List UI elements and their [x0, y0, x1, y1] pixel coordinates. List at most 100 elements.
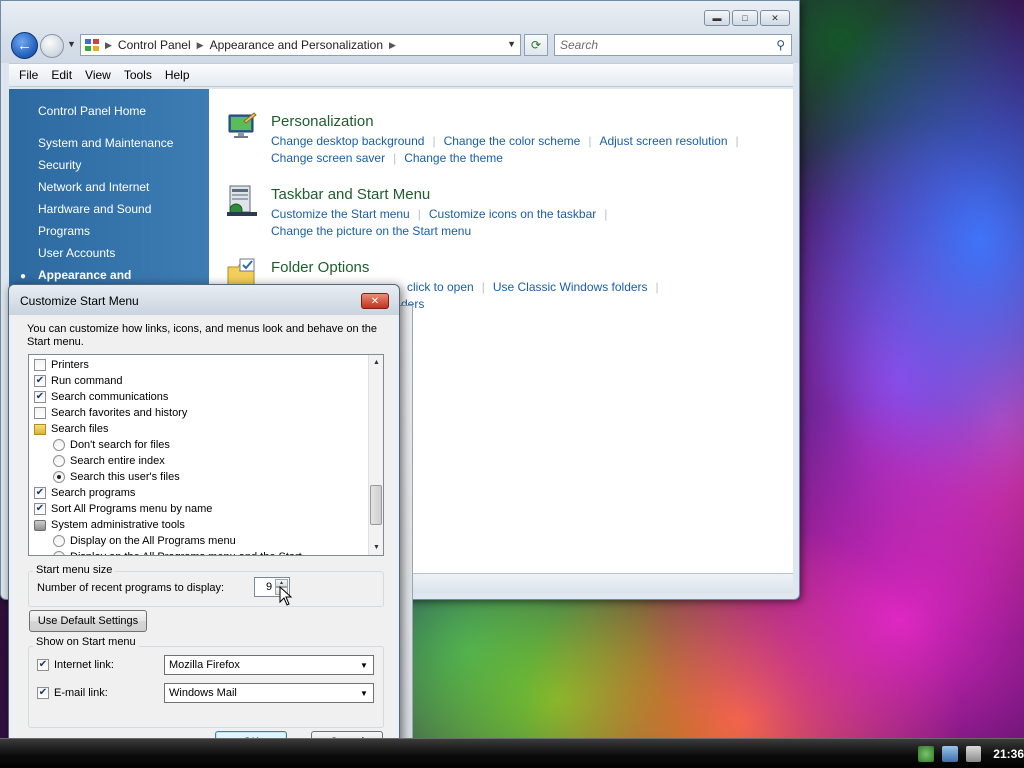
list-item[interactable]: ✔ Run command	[34, 373, 123, 389]
internet-link-checkbox[interactable]: ✔	[37, 659, 49, 671]
email-link-label[interactable]: E-mail link:	[54, 687, 108, 699]
dialog-titlebar[interactable]: Customize Start Menu ✕	[9, 285, 399, 315]
breadcrumb-separator-icon[interactable]: ▶	[105, 40, 112, 51]
option-label[interactable]: Search communications	[51, 391, 168, 403]
list-item[interactable]: ✔ Search communications	[34, 389, 168, 405]
breadcrumb-separator-icon[interactable]: ▶	[197, 40, 204, 51]
option-label[interactable]: Printers	[51, 359, 89, 371]
customize-start-menu-link[interactable]: Customize the Start menu	[271, 207, 410, 221]
change-screen-saver-link[interactable]: Change screen saver	[271, 151, 385, 165]
list-item[interactable]: ✔ Search programs	[34, 485, 135, 501]
option-label[interactable]: Display on the All Programs menu and the…	[70, 551, 302, 555]
search-icon[interactable]: ⚲	[776, 38, 785, 52]
option-label[interactable]: Run command	[51, 375, 123, 387]
sidebar-item-home[interactable]: Control Panel Home	[38, 104, 146, 118]
change-color-scheme-link[interactable]: Change the color scheme	[444, 134, 581, 148]
option-label[interactable]: System administrative tools	[51, 519, 185, 531]
volume-muted-icon[interactable]	[965, 746, 982, 762]
change-theme-link[interactable]: Change the theme	[404, 151, 503, 165]
scroll-down-icon[interactable]: ▼	[369, 540, 383, 555]
option-radio[interactable]	[53, 535, 65, 547]
clock[interactable]: 21:36	[993, 747, 1024, 761]
option-label[interactable]: Search this user's files	[70, 471, 180, 483]
use-default-settings-button[interactable]: Use Default Settings	[29, 610, 147, 632]
breadcrumb-appearance[interactable]: Appearance and Personalization	[210, 38, 383, 52]
address-dropdown-icon[interactable]: ▼	[507, 39, 516, 49]
option-checkbox[interactable]: ✔	[34, 503, 46, 515]
option-label[interactable]: Don't search for files	[70, 439, 170, 451]
change-desktop-background-link[interactable]: Change desktop background	[271, 134, 424, 148]
change-start-picture-link[interactable]: Change the picture on the Start menu	[271, 224, 471, 238]
scroll-up-icon[interactable]: ▲	[369, 355, 383, 370]
recent-pages-dropdown[interactable]: ▼	[67, 39, 76, 49]
folder-options-title[interactable]: Folder Options	[271, 259, 369, 276]
menu-view[interactable]: View	[85, 68, 111, 82]
menu-edit[interactable]: Edit	[51, 68, 72, 82]
scroll-thumb[interactable]	[370, 485, 382, 525]
security-center-icon[interactable]	[918, 746, 934, 762]
sidebar-item-user-accounts[interactable]: User Accounts	[38, 246, 115, 260]
maximize-button[interactable]: □	[732, 10, 758, 26]
list-item[interactable]: Printers	[34, 357, 89, 373]
forward-button[interactable]	[40, 34, 64, 58]
list-item[interactable]: Display on the All Programs menu and the…	[53, 549, 302, 555]
taskbar-start-menu-title[interactable]: Taskbar and Start Menu	[271, 186, 430, 203]
list-item[interactable]: Search entire index	[53, 453, 165, 469]
option-radio[interactable]	[53, 551, 65, 555]
email-link-checkbox[interactable]: ✔	[37, 687, 49, 699]
list-item[interactable]: System administrative tools	[34, 517, 185, 533]
menu-help[interactable]: Help	[165, 68, 190, 82]
option-label[interactable]: Search entire index	[70, 455, 165, 467]
address-bar[interactable]: ▶ Control Panel ▶ Appearance and Persona…	[80, 34, 521, 56]
dialog-close-button[interactable]: ✕	[361, 293, 389, 309]
option-label[interactable]: Search files	[51, 423, 108, 435]
list-item[interactable]: Search this user's files	[53, 469, 180, 485]
search-input[interactable]: Search ⚲	[554, 34, 792, 56]
email-link-select[interactable]: Windows Mail ▼	[164, 683, 374, 703]
list-item[interactable]: ✔ Sort All Programs menu by name	[34, 501, 212, 517]
customize-taskbar-icons-link[interactable]: Customize icons on the taskbar	[429, 207, 596, 221]
option-label[interactable]: Search favorites and history	[51, 407, 187, 419]
list-item[interactable]: Display on the All Programs menu	[53, 533, 236, 549]
options-list[interactable]: Display on the All Programs menu and the…	[28, 354, 384, 556]
option-checkbox[interactable]	[34, 359, 46, 371]
list-item[interactable]: Search files	[34, 421, 108, 437]
network-icon[interactable]	[941, 746, 958, 762]
list-item[interactable]: Don't search for files	[53, 437, 170, 453]
menu-file[interactable]: File	[19, 68, 38, 82]
internet-link-select[interactable]: Mozilla Firefox ▼	[164, 655, 374, 675]
sidebar-item-appearance[interactable]: Appearance and	[38, 268, 131, 282]
close-button[interactable]: ✕	[760, 10, 790, 26]
option-checkbox[interactable]: ✔	[34, 375, 46, 387]
option-label[interactable]: Display on the All Programs menu	[70, 535, 236, 547]
sidebar-item-network[interactable]: Network and Internet	[38, 180, 149, 194]
list-item[interactable]: Search favorites and history	[34, 405, 187, 421]
option-radio[interactable]	[53, 439, 65, 451]
option-checkbox[interactable]: ✔	[34, 391, 46, 403]
option-label[interactable]: Search programs	[51, 487, 135, 499]
option-checkbox[interactable]: ✔	[34, 487, 46, 499]
click-to-open-link[interactable]: click to open	[407, 280, 474, 294]
sidebar-item-hardware[interactable]: Hardware and Sound	[38, 202, 151, 216]
menu-tools[interactable]: Tools	[124, 68, 152, 82]
adjust-screen-resolution-link[interactable]: Adjust screen resolution	[599, 134, 727, 148]
internet-link-label[interactable]: Internet link:	[54, 659, 114, 671]
sidebar-item-programs[interactable]: Programs	[38, 224, 90, 238]
option-radio[interactable]	[53, 455, 65, 467]
sidebar-item-system[interactable]: System and Maintenance	[38, 136, 173, 150]
email-link-row: ✔ E-mail link:	[37, 685, 108, 701]
refresh-button[interactable]: ⟳	[524, 34, 548, 56]
chevron-down-icon[interactable]: ▼	[357, 686, 371, 700]
options-scrollbar[interactable]: ▲ ▼	[368, 355, 383, 555]
minimize-button[interactable]: ▬	[704, 10, 730, 26]
breadcrumb-control-panel[interactable]: Control Panel	[118, 38, 191, 52]
use-classic-folders-link[interactable]: Use Classic Windows folders	[493, 280, 648, 294]
option-radio[interactable]	[53, 471, 65, 483]
chevron-down-icon[interactable]: ▼	[357, 658, 371, 672]
back-button[interactable]: ←	[11, 32, 38, 59]
option-checkbox[interactable]	[34, 407, 46, 419]
breadcrumb-separator-icon[interactable]: ▶	[389, 40, 396, 51]
sidebar-item-security[interactable]: Security	[38, 158, 81, 172]
personalization-title[interactable]: Personalization	[271, 113, 374, 130]
option-label[interactable]: Sort All Programs menu by name	[51, 503, 212, 515]
